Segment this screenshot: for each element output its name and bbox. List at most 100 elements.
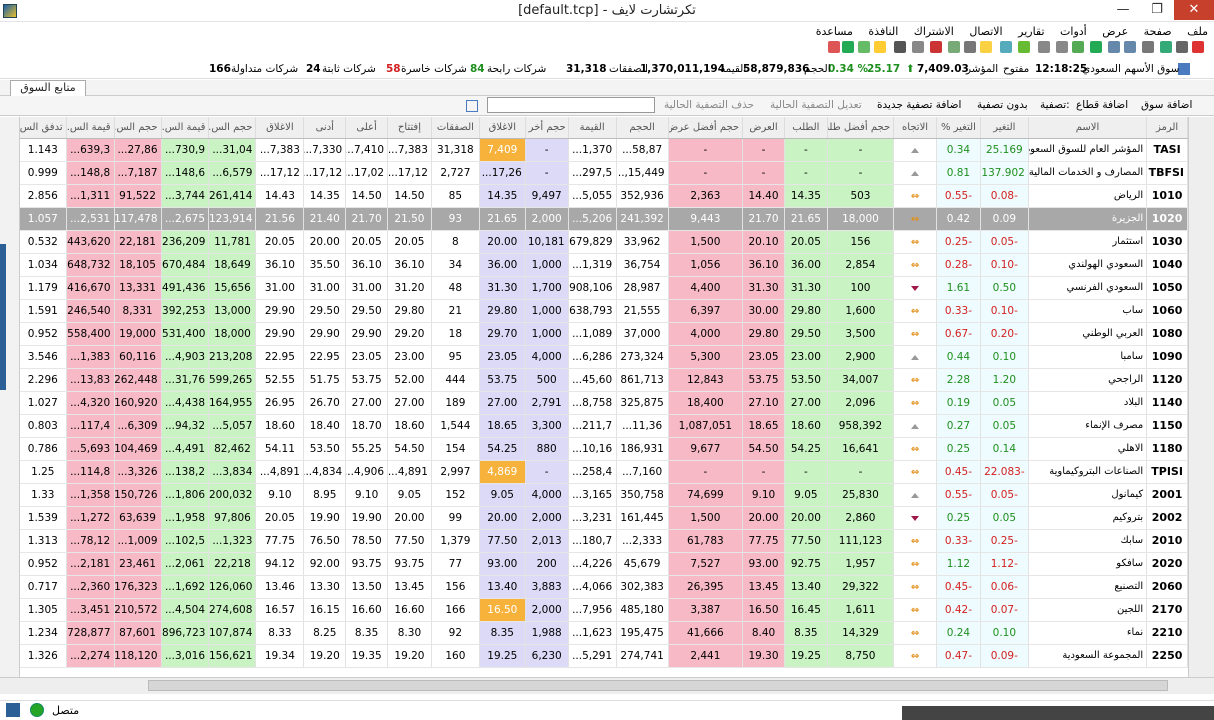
cell-aq: 2,363 (668, 184, 744, 208)
close-icon[interactable] (1192, 41, 1204, 53)
open-icon[interactable] (1160, 41, 1172, 53)
column-header-2[interactable]: التغير (980, 117, 1029, 139)
table-row[interactable]: 2001 كيمانول -0.05 -0.55 25,830 9.05 9.10 74,69… (20, 483, 1188, 507)
filter-select[interactable]: بدون تصفية (977, 99, 1028, 111)
xls-icon[interactable] (842, 41, 854, 53)
column-header-13[interactable]: الصفقات (431, 117, 480, 139)
edit-filter-button[interactable]: تعديل التصفية الحالية (770, 99, 862, 111)
filter-icon[interactable] (894, 41, 906, 53)
table-row[interactable]: 1140 البلاد 0.05 0.19 ⇔ 2,096 27.00 27.10 18,400… (20, 391, 1188, 415)
refresh-icon[interactable] (1038, 41, 1050, 53)
column-header-22[interactable]: تدفق الس... (20, 117, 67, 139)
cell-ask: 29.80 (742, 322, 785, 346)
menu-connection[interactable]: الاتصال (963, 22, 1008, 38)
delete-filter-button[interactable]: حذف التصفية الحالية (664, 99, 754, 111)
close-button[interactable]: ✕ (1174, 0, 1214, 20)
table-row[interactable]: 1120 الراجحي 1.20 2.28 ⇔ 34,007 53.50 53.75 12,8… (20, 368, 1188, 392)
filter-search-input[interactable] (487, 97, 655, 113)
add-sector-button[interactable]: اضافة قطاع (1076, 99, 1128, 111)
link-icon[interactable] (1000, 41, 1012, 53)
column-header-16[interactable]: أدنى (303, 117, 347, 139)
table-row[interactable]: 1020 الجزيرة 0.09 0.42 ⇔ 18,000 21.65 21.70 9,44… (20, 207, 1188, 231)
stop-icon[interactable] (828, 41, 840, 53)
list-icon[interactable] (912, 41, 924, 53)
cell-vol: 186,931 (616, 437, 669, 461)
menu-page[interactable]: صفحة (1138, 22, 1178, 38)
table-row[interactable]: 2060 التصنيع -0.06 -0.45 ⇔ 29,322 13.40 13.45 26… (20, 575, 1188, 599)
menu-file[interactable]: ملف (1181, 22, 1214, 38)
save-icon[interactable] (1176, 41, 1188, 53)
table-row[interactable]: 2170 اللجين -0.07 -0.42 ⇔ 1,611 16.45 16.50 3,38… (20, 598, 1188, 622)
table-row[interactable]: 1050 السعودي الفرنسي 0.50 1.61 100 31.30 31.30… (20, 276, 1188, 300)
table-row[interactable]: 1010 الرياض -0.08 -0.55 ⇔ 503 14.35 14.40 2,363 3… (20, 184, 1188, 208)
layout-icon[interactable] (1108, 41, 1120, 53)
minimize-button[interactable]: — (1106, 0, 1140, 20)
grid-icon[interactable] (1124, 41, 1136, 53)
chart-icon[interactable] (858, 41, 870, 53)
column-header-18[interactable]: حجم الس... (208, 117, 257, 139)
menu-view[interactable]: عرض (1096, 22, 1134, 38)
table-row[interactable]: 1080 العربي الوطني -0.20 -0.67 ⇔ 3,500 29.50 29… (20, 322, 1188, 346)
table-row[interactable]: TBFSI المصارف و الخدمات المالية 137.902 0.8… (20, 161, 1188, 185)
new-filter-button[interactable]: اضافة تصفية جديدة (877, 99, 961, 111)
table-row[interactable]: 1090 سامبا 0.10 0.44 2,900 23.00 23.05 5,300 273… (20, 345, 1188, 369)
warning-icon[interactable] (930, 41, 942, 53)
cell-c2: 4,491... (161, 437, 210, 461)
menu-subscription[interactable]: الاشتراك (908, 22, 960, 38)
cell-ask: 30.00 (742, 299, 785, 323)
column-header-11[interactable]: حجم أخر (525, 117, 569, 139)
menu-window[interactable]: النافذة (862, 22, 904, 38)
eye-icon[interactable] (948, 41, 960, 53)
tab-market-watch[interactable]: متابع السوق (10, 80, 86, 96)
column-header-3[interactable]: التغير % (936, 117, 981, 139)
column-header-5[interactable]: حجم أفضل طلب (827, 117, 895, 139)
arrow-icon[interactable] (964, 41, 976, 53)
export-icon[interactable] (1072, 41, 1084, 53)
column-header-0[interactable]: الرمز (1146, 117, 1188, 139)
column-header-8[interactable]: حجم أفضل عرض (668, 117, 744, 139)
table-row[interactable]: 2002 بتروكيم 0.05 0.25 2,860 20.00 20.00 1,500 1… (20, 506, 1188, 530)
table-row[interactable]: 2020 سافكو -1.12 1.12 ⇔ 1,957 92.75 93.00 7,527 4… (20, 552, 1188, 576)
table-row[interactable]: 2250 المجموعة السعودية -0.09 -0.47 ⇔ 8,750 19.… (20, 644, 1188, 668)
table-row[interactable]: 1030 استثمار -0.05 -0.25 ⇔ 156 20.05 20.10 1,500… (20, 230, 1188, 254)
column-header-9[interactable]: الحجم (616, 117, 669, 139)
column-header-14[interactable]: إفتتاح (387, 117, 432, 139)
cell-open: 77.50 (387, 529, 432, 553)
column-header-10[interactable]: القيمة (568, 117, 617, 139)
side-panel-handle[interactable] (0, 244, 6, 390)
menu-tools[interactable]: أدوات (1054, 22, 1093, 38)
table-row[interactable]: TPISI الصناعات البتروكيماوية -22.083 -0.45 ⇔… (20, 460, 1188, 484)
column-header-21[interactable]: قيمة الس... (66, 117, 115, 139)
columns-icon[interactable] (466, 100, 478, 112)
cell-dir (893, 161, 937, 185)
table-row[interactable]: 1150 مصرف الإنماء 0.05 0.27 958,392 18.60 18.6… (20, 414, 1188, 438)
column-header-17[interactable]: الاغلاق (255, 117, 305, 139)
column-header-20[interactable]: حجم الس... (114, 117, 162, 139)
column-header-12[interactable]: الاغلاق (479, 117, 526, 139)
table-row[interactable]: 2010 سابك -0.25 -0.33 ⇔ 111,123 77.50 77.75 61,7… (20, 529, 1188, 553)
table-row[interactable]: 1060 ساب -0.10 -0.33 ⇔ 1,600 29.80 30.00 6,397 21… (20, 299, 1188, 323)
column-header-15[interactable]: أعلى (345, 117, 389, 139)
maximize-button[interactable]: ❐ (1140, 0, 1174, 20)
alert-icon[interactable] (980, 41, 992, 53)
column-header-4[interactable]: الاتجاه (893, 117, 937, 139)
menu-help[interactable]: مساعدة (810, 22, 859, 38)
cell-trades: 160 (431, 644, 480, 668)
column-header-6[interactable]: الطلب (784, 117, 828, 139)
column-header-7[interactable]: العرض (742, 117, 785, 139)
excel-icon[interactable] (1090, 41, 1102, 53)
table-row[interactable]: 1180 الاهلي 0.14 0.25 ⇔ 16,641 54.25 54.50 9,677… (20, 437, 1188, 461)
vertical-scrollbar[interactable] (1188, 117, 1214, 677)
table-row[interactable]: 2210 نماء 0.10 0.24 ⇔ 14,329 8.35 8.40 41,666 195… (20, 621, 1188, 645)
table-row[interactable]: 1040 السعودي الهولندي -0.10 -0.28 ⇔ 2,854 36.0… (20, 253, 1188, 277)
horizontal-scroll-thumb[interactable] (148, 680, 1168, 691)
add-symbol-button[interactable]: اضافة سوق (1141, 99, 1192, 111)
triangle-icon[interactable] (874, 41, 886, 53)
globe-icon[interactable] (1018, 41, 1030, 53)
settings-icon[interactable] (1056, 41, 1068, 53)
column-header-19[interactable]: قيمة الس... (161, 117, 210, 139)
print-icon[interactable] (1142, 41, 1154, 53)
table-row[interactable]: TASI المؤشر العام للسوق السعودي 25.169 0.34… (20, 138, 1188, 162)
column-header-1[interactable]: الاسم (1028, 117, 1148, 139)
menu-reports[interactable]: تقارير (1012, 22, 1050, 38)
